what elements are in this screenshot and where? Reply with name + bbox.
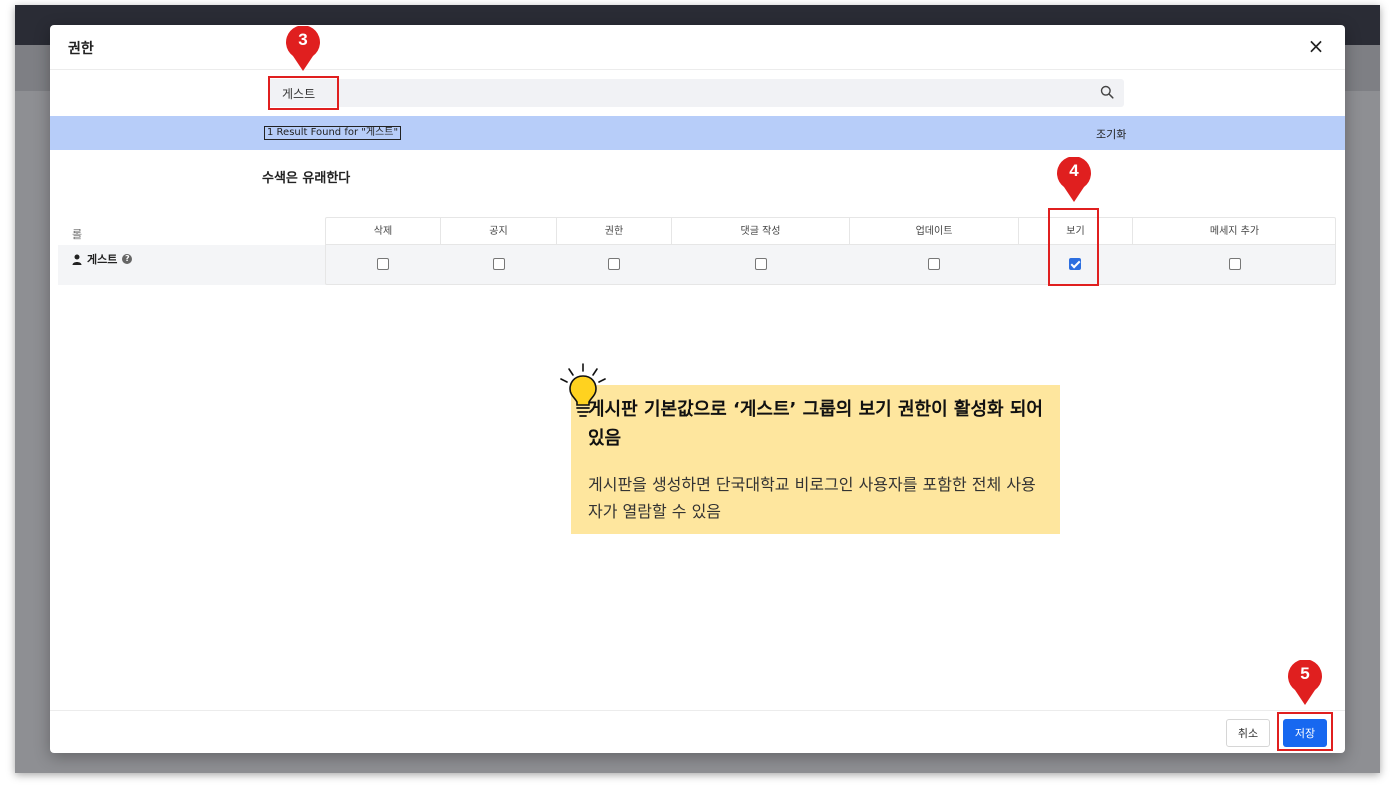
role-name-guest: 게스트 ? [72,251,133,267]
checkbox-update[interactable] [928,258,940,270]
modal-title: 권한 [68,41,94,57]
highlight-save-button [1277,712,1333,751]
step-marker-4: 4 [1055,156,1093,203]
checkbox-delete[interactable] [377,258,389,270]
tip-title: 게시판 기본값으로 ‘게스트’ 그룹의 보기 권한이 활성화 되어있음 [588,399,1043,449]
lightbulb-icon [560,363,606,417]
highlight-search-value [268,76,339,110]
role-name-label: 게스트 [87,253,118,266]
search-icon[interactable] [1100,85,1114,99]
search-input[interactable] [268,79,1088,107]
checkbox-permission[interactable] [608,258,620,270]
search-box [268,79,1124,107]
highlight-view-column [1048,208,1099,286]
modal-footer: 취소 저장 [50,710,1345,753]
marker-number: 4 [1069,161,1079,180]
search-results-bar: 1 Result Found for "게스트" 조기화 [50,116,1345,150]
col-header-comment: 댓글 작성 [672,218,850,245]
close-button[interactable]: × [1305,35,1327,57]
col-header-add-message: 메세지 추가 [1133,218,1336,245]
col-header-permission: 권한 [557,218,672,245]
user-icon [72,254,82,265]
section-title: 수색은 유래한다 [262,171,351,186]
col-header-notice: 공지 [441,218,557,245]
tip-callout: 게시판 기본값으로 ‘게스트’ 그룹의 보기 권한이 활성화 되어있음 게시판을… [571,385,1060,534]
permissions-table: 삭제 공지 권한 댓글 작성 업데이트 보기 메세지 추가 [325,217,1336,285]
step-marker-5: 5 [1286,659,1324,706]
checkbox-notice[interactable] [493,258,505,270]
results-found-text: 1 Result Found for "게스트" [264,126,402,140]
col-header-delete: 삭제 [326,218,441,245]
marker-number: 5 [1300,664,1310,683]
reset-button[interactable]: 조기화 [1096,126,1126,142]
step-marker-3: 3 [284,25,322,72]
tip-body: 게시판을 생성하면 단국대학교 비로그인 사용자를 포함한 전체 사용자가 열람… [588,475,1036,521]
modal-header: 권한 × [50,25,1345,70]
checkbox-comment[interactable] [755,258,767,270]
col-header-update: 업데이트 [850,218,1019,245]
cancel-button[interactable]: 취소 [1226,719,1270,747]
help-icon[interactable]: ? [122,254,133,264]
marker-number: 3 [298,30,308,49]
checkbox-add-message[interactable] [1229,258,1241,270]
role-column-header: 롤 [72,228,83,241]
